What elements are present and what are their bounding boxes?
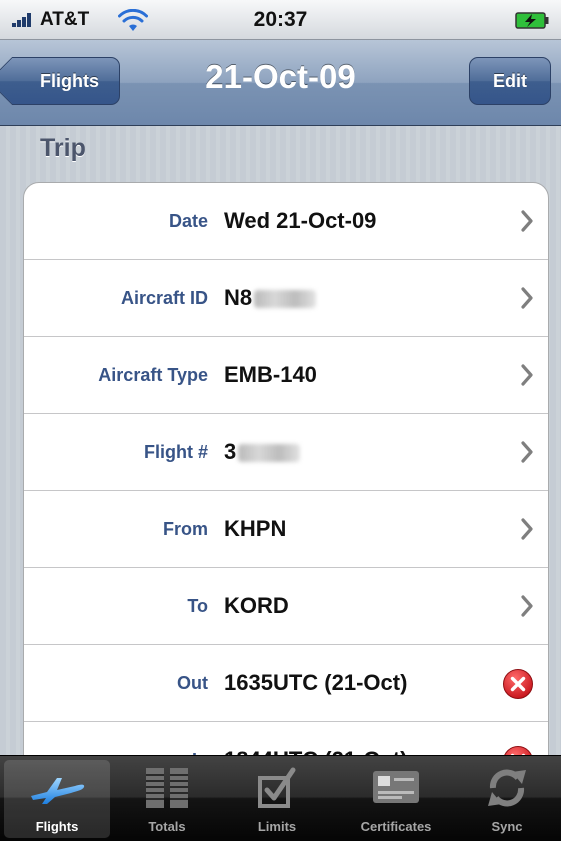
row-label: Aircraft ID	[120, 288, 208, 308]
chevron-right-icon	[521, 518, 533, 540]
row-label: Flight #	[144, 442, 208, 462]
tab-label: Flights	[35, 819, 79, 834]
checkbox-icon	[258, 767, 296, 808]
battery-charging-icon	[515, 12, 549, 29]
edit-button[interactable]: Edit	[469, 57, 551, 105]
row-value: 1635UTC (21-Oct)	[224, 670, 408, 695]
chevron-right-icon	[521, 287, 533, 309]
row-date[interactable]: Date Wed 21-Oct-09	[24, 183, 548, 260]
trip-table: Date Wed 21-Oct-09 Aircraft ID N8 Aircra…	[23, 182, 549, 755]
tab-flights[interactable]: Flights	[4, 760, 110, 838]
edit-button-label: Edit	[493, 71, 527, 91]
row-in[interactable]: In 1844UTC (21-Oct)	[24, 722, 548, 755]
status-time: 20:37	[253, 8, 308, 31]
certificate-icon	[373, 771, 419, 803]
tab-limits[interactable]: Limits	[224, 760, 330, 838]
tab-label: Limits	[257, 819, 297, 834]
row-label: Aircraft Type	[98, 365, 208, 385]
back-button[interactable]: Flights	[12, 57, 120, 105]
row-value: KORD	[224, 593, 289, 618]
navigation-bar: Flights 21-Oct-09 Edit	[0, 40, 561, 126]
row-aircraft-id[interactable]: Aircraft ID N8	[24, 260, 548, 337]
row-value: N8	[224, 285, 253, 310]
redacted-text	[238, 444, 301, 463]
content-area[interactable]: Trip Date Wed 21-Oct-09 Aircraft ID N8 A…	[0, 126, 561, 755]
row-value: Wed 21-Oct-09	[224, 208, 377, 233]
row-label: From	[163, 519, 208, 539]
row-value-wrapper: 3	[224, 414, 301, 490]
section-header: Trip	[40, 134, 86, 162]
row-value: 1844UTC (21-Oct)	[224, 722, 407, 755]
tab-sync[interactable]: Sync	[454, 760, 560, 838]
row-label: Date	[168, 211, 208, 231]
back-button-label: Flights	[40, 71, 99, 91]
clear-icon[interactable]	[502, 668, 534, 700]
tab-label: Totals	[148, 819, 186, 834]
page-title: 21-Oct-09	[205, 58, 356, 95]
row-label: To	[187, 596, 208, 616]
tab-bar: Flights Totals Limits Certificates Sync	[0, 755, 561, 841]
sync-icon	[488, 769, 526, 807]
row-out[interactable]: Out 1635UTC (21-Oct)	[24, 645, 548, 722]
tab-certificates[interactable]: Certificates	[343, 760, 449, 838]
row-label: In	[192, 722, 208, 755]
tab-totals[interactable]: Totals	[114, 760, 220, 838]
tab-label: Certificates	[360, 819, 432, 834]
row-label: Out	[177, 673, 208, 693]
clear-icon[interactable]	[502, 745, 534, 755]
row-aircraft-type[interactable]: Aircraft Type EMB-140	[24, 337, 548, 414]
status-bar: AT&T 20:37	[0, 0, 561, 40]
airplane-icon	[31, 778, 85, 804]
row-to[interactable]: To KORD	[24, 568, 548, 645]
chevron-right-icon	[521, 364, 533, 386]
row-value-wrapper: N8	[224, 260, 317, 336]
row-value: EMB-140	[224, 362, 317, 387]
row-from[interactable]: From KHPN	[24, 491, 548, 568]
chevron-right-icon	[521, 441, 533, 463]
totals-icon	[146, 768, 188, 808]
redacted-text	[254, 290, 317, 309]
row-value: 3	[224, 439, 237, 464]
chevron-right-icon	[521, 210, 533, 232]
row-flight-number[interactable]: Flight # 3	[24, 414, 548, 491]
row-value: KHPN	[224, 516, 287, 541]
tab-label: Sync	[491, 819, 523, 834]
chevron-right-icon	[521, 595, 533, 617]
